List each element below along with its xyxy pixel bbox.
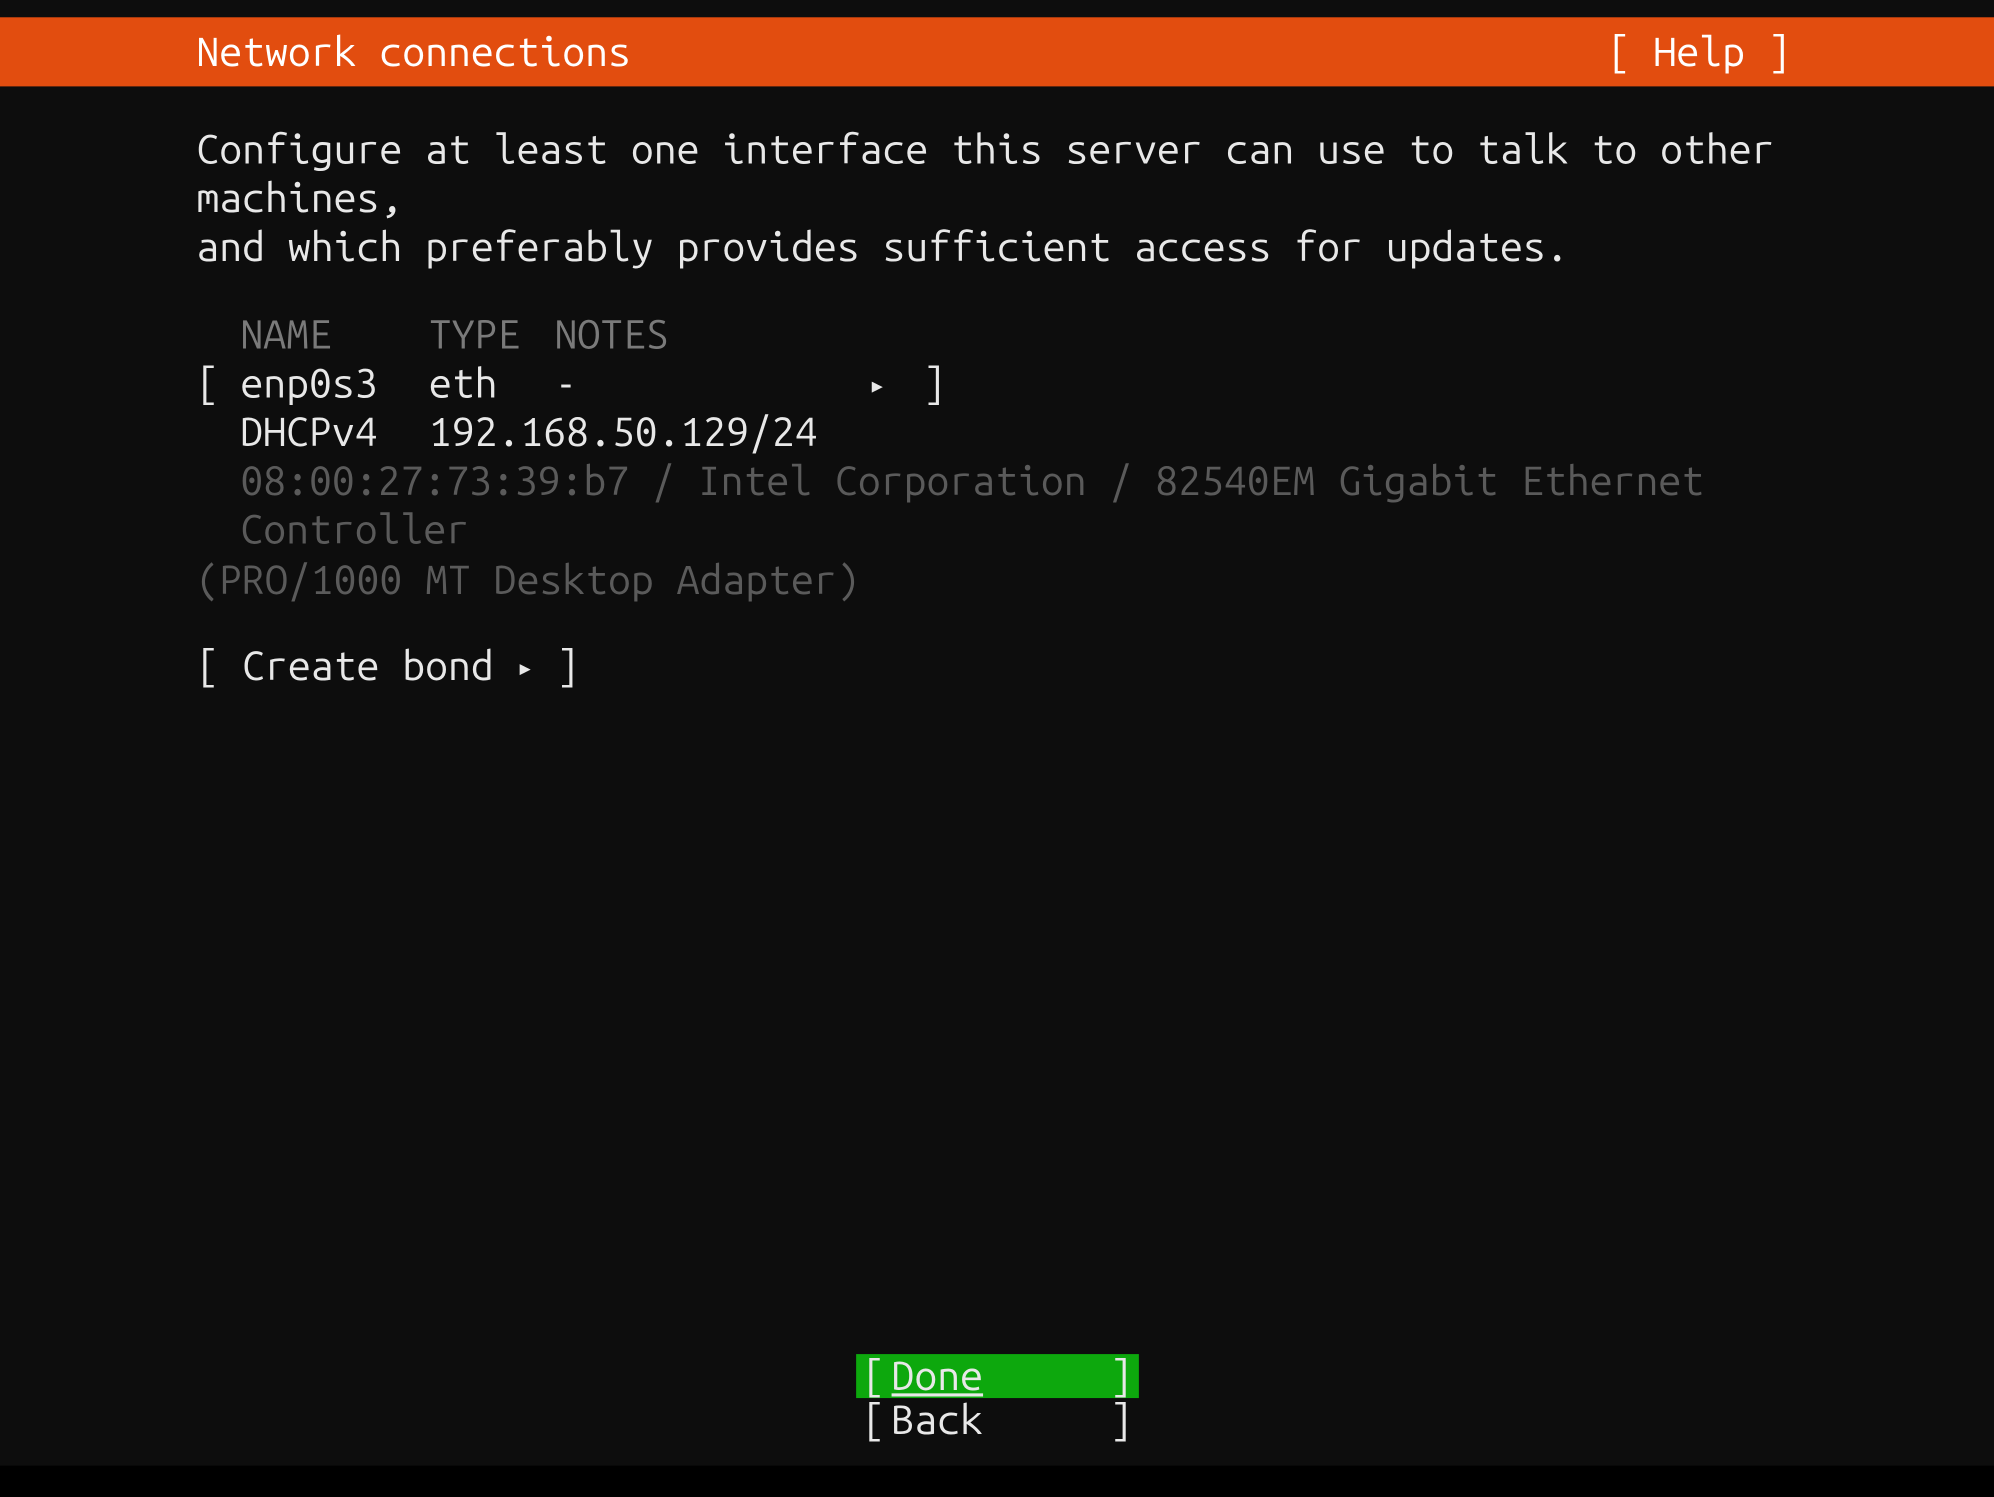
interface-ip: 192.168.50.129/24 xyxy=(429,408,818,454)
interface-address-row: DHCPv4192.168.50.129/24 xyxy=(240,407,1798,456)
button-close-bracket: ] xyxy=(1110,1399,1133,1444)
chevron-right-icon: ▸ xyxy=(494,642,534,688)
row-close-bracket: ] xyxy=(900,359,946,405)
interface-enp0s3-row[interactable]: [ enp0s3eth-▸ ] xyxy=(196,358,1798,407)
header-type: TYPE xyxy=(429,309,555,358)
help-button[interactable]: [ Help ] xyxy=(1608,27,1791,76)
back-button[interactable]: [ Back ] xyxy=(856,1399,1139,1444)
window-top-border xyxy=(0,0,1994,17)
done-button-label: Done xyxy=(892,1352,984,1398)
footer-buttons: [ Done ] [ Back ] xyxy=(856,1354,1139,1444)
screen-description: Configure at least one interface this se… xyxy=(196,124,1798,271)
create-bond-label: Create bond xyxy=(242,642,494,688)
back-button-label: Back xyxy=(885,1399,1109,1444)
header-name: NAME xyxy=(240,309,429,358)
create-bond-button[interactable]: [ Create bond ▸ ] xyxy=(196,640,1798,689)
done-button[interactable]: [ Done ] xyxy=(856,1354,1139,1399)
main-content: Configure at least one interface this se… xyxy=(0,86,1994,689)
interface-hardware-line2: (PRO/1000 MT Desktop Adapter) xyxy=(196,554,1798,603)
interface-type: eth xyxy=(429,358,555,407)
button-close-bracket: ] xyxy=(1110,1354,1133,1399)
chevron-right-icon: ▸ xyxy=(869,369,900,403)
button-open-bracket: [ xyxy=(862,1354,885,1399)
screen-title: Network connections xyxy=(196,27,631,76)
interface-hardware-line1: 08:00:27:73:39:b7 / Intel Corporation / … xyxy=(240,456,1798,554)
header-notes: NOTES xyxy=(555,309,669,358)
row-close-bracket: ] xyxy=(534,642,580,688)
dhcp-mode: DHCPv4 xyxy=(240,407,429,456)
interface-notes: - xyxy=(555,358,869,407)
interface-table-header: NAMETYPENOTES xyxy=(240,309,1798,358)
button-open-bracket: [ xyxy=(862,1399,885,1444)
row-open-bracket: [ xyxy=(196,642,242,688)
interface-name: enp0s3 xyxy=(240,358,429,407)
row-open-bracket: [ xyxy=(196,358,240,407)
header-bar: Network connections [ Help ] xyxy=(0,17,1994,86)
